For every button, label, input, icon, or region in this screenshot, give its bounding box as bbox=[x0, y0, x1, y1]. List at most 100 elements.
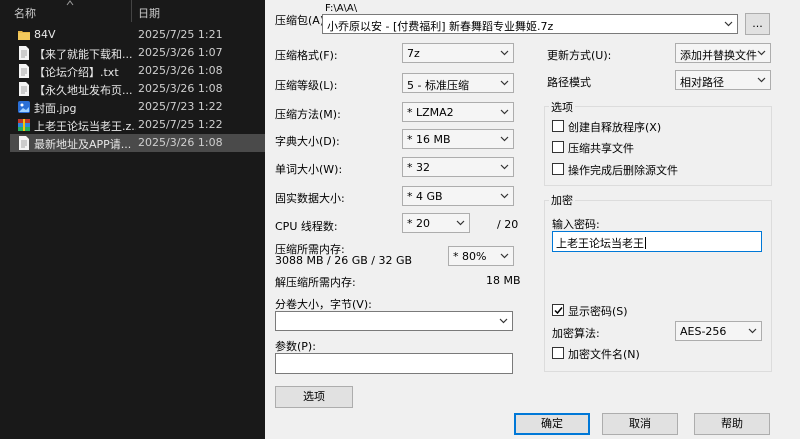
cpu-threads-label: CPU 线程数: bbox=[275, 220, 338, 233]
password-input[interactable]: 上老王论坛当老王 bbox=[552, 231, 762, 252]
checkmark-icon bbox=[554, 307, 563, 315]
archive-name-value: 小乔原以安 - [付费福利] 新春舞蹈专业舞姬.7z bbox=[327, 20, 554, 33]
delete-after-checkbox[interactable]: 操作完成后删除源文件 bbox=[552, 162, 752, 177]
chevron-down-icon bbox=[500, 109, 509, 115]
help-button[interactable]: 帮助 bbox=[694, 413, 770, 435]
text-file-icon bbox=[19, 64, 29, 78]
archive-name-combo[interactable]: 小乔原以安 - [付费福利] 新春舞蹈专业舞姬.7z bbox=[322, 14, 738, 34]
memory-usage-value: * 80% bbox=[453, 250, 487, 263]
memory-usage-select[interactable]: * 80% bbox=[448, 246, 514, 266]
encryption-method-select[interactable]: AES-256 bbox=[675, 321, 762, 341]
column-header-name[interactable]: 名称 bbox=[14, 5, 36, 21]
split-volume-combo[interactable] bbox=[275, 311, 513, 331]
solid-block-label: 固实数据大小: bbox=[275, 192, 345, 205]
ok-button[interactable]: 确定 bbox=[514, 413, 590, 435]
split-volume-label: 分卷大小，字节(V): bbox=[275, 298, 372, 311]
text-file-icon bbox=[19, 136, 29, 150]
encrypt-filenames-label: 加密文件名(N) bbox=[568, 348, 640, 361]
text-file-icon bbox=[19, 46, 29, 60]
file-date: 2025/3/26 1:07 bbox=[138, 46, 223, 59]
method-value: * LZMA2 bbox=[407, 106, 454, 119]
update-mode-label: 更新方式(U): bbox=[547, 49, 612, 62]
file-row[interactable]: 封面.jpg 2025/7/23 1:22 bbox=[12, 98, 265, 116]
file-row[interactable]: 【永久地址发布页... 2025/3/26 1:08 bbox=[12, 80, 265, 98]
checkbox-box[interactable] bbox=[552, 163, 564, 175]
file-row[interactable]: 84V 2025/7/25 1:21 bbox=[12, 26, 265, 44]
file-date: 2025/7/25 1:22 bbox=[138, 118, 223, 131]
format-value: 7z bbox=[407, 47, 420, 60]
decompress-memory-label: 解压缩所需内存: bbox=[275, 276, 356, 289]
parameters-label: 参数(P): bbox=[275, 340, 316, 353]
chevron-down-icon bbox=[500, 136, 509, 142]
solid-block-select[interactable]: * 4 GB bbox=[402, 186, 514, 206]
add-to-archive-dialog: 压缩包(A) F:\A\A\ 小乔原以安 - [付费福利] 新春舞蹈专业舞姬.7… bbox=[265, 0, 800, 439]
file-list-header: 名称 日期 bbox=[0, 0, 265, 22]
path-mode-select[interactable]: 相对路径 bbox=[675, 70, 771, 90]
chevron-down-icon bbox=[757, 77, 766, 83]
archive-folder-path: F:\A\A\ bbox=[325, 3, 358, 14]
text-caret bbox=[645, 237, 646, 249]
format-label: 压缩格式(F): bbox=[275, 49, 338, 62]
file-row[interactable]: 【来了就能下载和... 2025/3/26 1:07 bbox=[12, 44, 265, 62]
archive-file-icon bbox=[18, 119, 30, 131]
chevron-down-icon[interactable] bbox=[724, 21, 733, 27]
image-file-icon bbox=[18, 101, 30, 113]
method-select[interactable]: * LZMA2 bbox=[402, 102, 514, 122]
encrypt-filenames-checkbox[interactable]: 加密文件名(N) bbox=[552, 346, 752, 361]
chevron-down-icon bbox=[500, 193, 509, 199]
file-row[interactable]: 【论坛介绍】.txt 2025/3/26 1:08 bbox=[12, 62, 265, 80]
file-name: 封面.jpg bbox=[34, 102, 77, 115]
compress-shared-checkbox[interactable]: 压缩共享文件 bbox=[552, 140, 752, 155]
decompress-memory-value: 18 MB bbox=[486, 274, 521, 287]
checkbox-box-checked[interactable] bbox=[552, 304, 564, 316]
update-mode-select[interactable]: 添加并替换文件 bbox=[675, 43, 771, 63]
column-divider[interactable] bbox=[131, 0, 132, 22]
format-select[interactable]: 7z bbox=[402, 43, 514, 63]
level-select[interactable]: 5 - 标准压缩 bbox=[402, 73, 514, 93]
checkbox-box[interactable] bbox=[552, 141, 564, 153]
cpu-threads-max: / 20 bbox=[497, 218, 519, 231]
create-sfx-checkbox[interactable]: 创建自释放程序(X) bbox=[552, 119, 752, 134]
compress-shared-label: 压缩共享文件 bbox=[568, 142, 634, 155]
level-label: 压缩等级(L): bbox=[275, 79, 338, 92]
text-file-icon bbox=[19, 82, 29, 96]
path-mode-label: 路径模式 bbox=[547, 76, 591, 89]
show-password-checkbox[interactable]: 显示密码(S) bbox=[552, 303, 752, 318]
create-sfx-label: 创建自释放程序(X) bbox=[568, 121, 662, 134]
file-explorer-pane: 名称 日期 84V 2025/7/25 1:21 【来了就能下载和... 202… bbox=[0, 0, 265, 439]
file-name: 【论坛介绍】.txt bbox=[34, 66, 119, 79]
chevron-down-icon bbox=[500, 164, 509, 170]
parameters-input[interactable] bbox=[275, 353, 513, 374]
file-date: 2025/3/26 1:08 bbox=[138, 136, 223, 149]
cpu-threads-select[interactable]: * 20 bbox=[402, 213, 470, 233]
checkbox-box[interactable] bbox=[552, 120, 564, 132]
chevron-down-icon[interactable] bbox=[499, 318, 508, 324]
cpu-threads-value: * 20 bbox=[407, 217, 430, 230]
word-size-select[interactable]: * 32 bbox=[402, 157, 514, 177]
file-row[interactable]: 上老王论坛当老王.z... 2025/7/25 1:22 bbox=[12, 116, 265, 134]
word-size-label: 单词大小(W): bbox=[275, 163, 343, 176]
file-name: 84V bbox=[34, 28, 56, 41]
chevron-down-icon bbox=[757, 50, 766, 56]
browse-button[interactable]: ... bbox=[745, 13, 770, 35]
file-name: 上老王论坛当老王.z... bbox=[34, 120, 136, 133]
level-value: 5 - 标准压缩 bbox=[407, 79, 469, 92]
chevron-down-icon bbox=[500, 80, 509, 86]
archive-label: 压缩包(A) bbox=[275, 14, 325, 27]
sort-up-icon bbox=[66, 0, 74, 6]
options-group-title: 选项 bbox=[549, 99, 575, 115]
file-date: 2025/7/25 1:21 bbox=[138, 28, 223, 41]
checkbox-box[interactable] bbox=[552, 347, 564, 359]
password-label: 输入密码: bbox=[552, 218, 600, 231]
column-header-date[interactable]: 日期 bbox=[138, 5, 160, 21]
compress-memory-value: 3088 MB / 26 GB / 32 GB bbox=[275, 254, 413, 267]
cancel-button[interactable]: 取消 bbox=[602, 413, 678, 435]
dict-size-select[interactable]: * 16 MB bbox=[402, 129, 514, 149]
options-button[interactable]: 选项 bbox=[275, 386, 353, 408]
show-password-label: 显示密码(S) bbox=[568, 305, 628, 318]
delete-after-label: 操作完成后删除源文件 bbox=[568, 164, 678, 177]
file-row-selected[interactable]: 最新地址及APP请... 2025/3/26 1:08 bbox=[10, 134, 265, 152]
file-date: 2025/3/26 1:08 bbox=[138, 82, 223, 95]
update-mode-value: 添加并替换文件 bbox=[680, 49, 757, 62]
solid-block-value: * 4 GB bbox=[407, 190, 443, 203]
